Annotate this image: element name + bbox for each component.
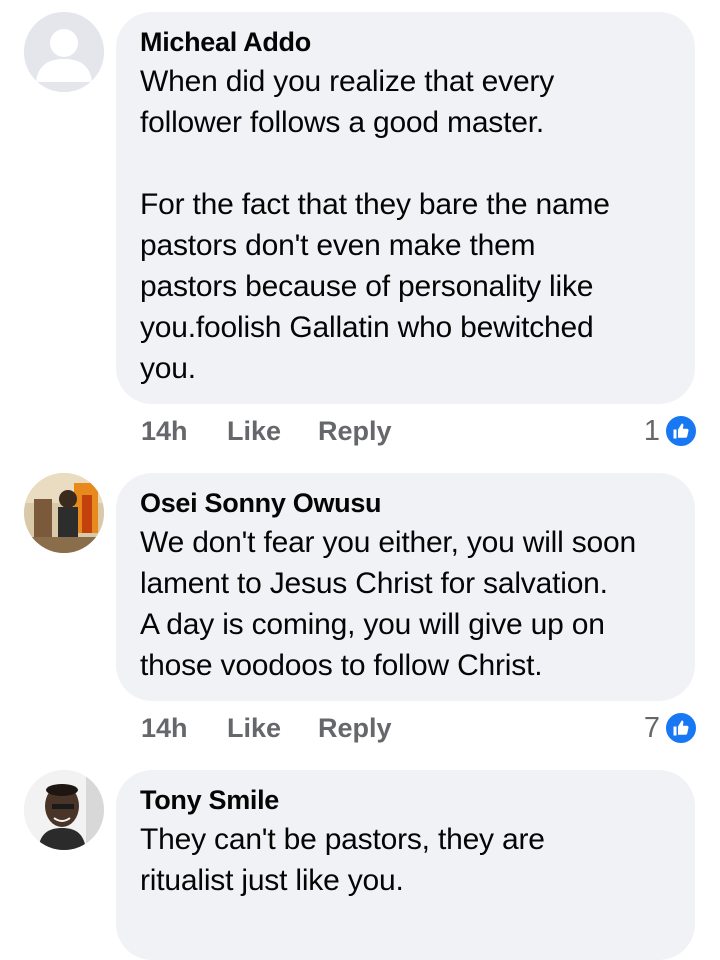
- thumbs-up-icon: [664, 414, 698, 448]
- photo-avatar: [24, 770, 104, 850]
- comment-bubble: Micheal Addo When did you realize that e…: [116, 12, 695, 404]
- like-button[interactable]: Like: [227, 713, 318, 744]
- reaction-summary[interactable]: 7: [644, 711, 698, 745]
- comment-timestamp[interactable]: 14h: [141, 416, 227, 447]
- avatar[interactable]: [24, 473, 104, 553]
- comment-timestamp[interactable]: 14h: [141, 713, 227, 744]
- thumbs-up-icon: [664, 711, 698, 745]
- comment-text: When did you realize that every follower…: [140, 65, 610, 385]
- reply-button[interactable]: Reply: [318, 713, 392, 744]
- photo-avatar: [24, 473, 104, 553]
- default-avatar-icon: [24, 12, 104, 92]
- comment-author[interactable]: Micheal Addo: [140, 26, 671, 58]
- comment-bubble: Tony Smile They can't be pastors, they a…: [116, 770, 695, 960]
- comment-actions: 14h Like Reply: [141, 414, 392, 448]
- reaction-summary[interactable]: 1: [644, 414, 698, 448]
- avatar[interactable]: [24, 12, 104, 92]
- comment-actions: 14h Like Reply: [141, 711, 392, 745]
- comment-author[interactable]: Tony Smile: [140, 784, 671, 816]
- comment-bubble: Osei Sonny Owusu We don't fear you eithe…: [116, 473, 695, 701]
- reaction-count: 1: [643, 414, 660, 447]
- like-button[interactable]: Like: [227, 416, 318, 447]
- reply-button[interactable]: Reply: [318, 416, 392, 447]
- reaction-count: 7: [643, 711, 660, 744]
- comment-text: They can't be pastors, they are ritualis…: [140, 823, 545, 897]
- avatar[interactable]: [24, 770, 104, 850]
- comment-text: We don't fear you either, you will soon …: [140, 526, 636, 682]
- comment-author[interactable]: Osei Sonny Owusu: [140, 487, 671, 519]
